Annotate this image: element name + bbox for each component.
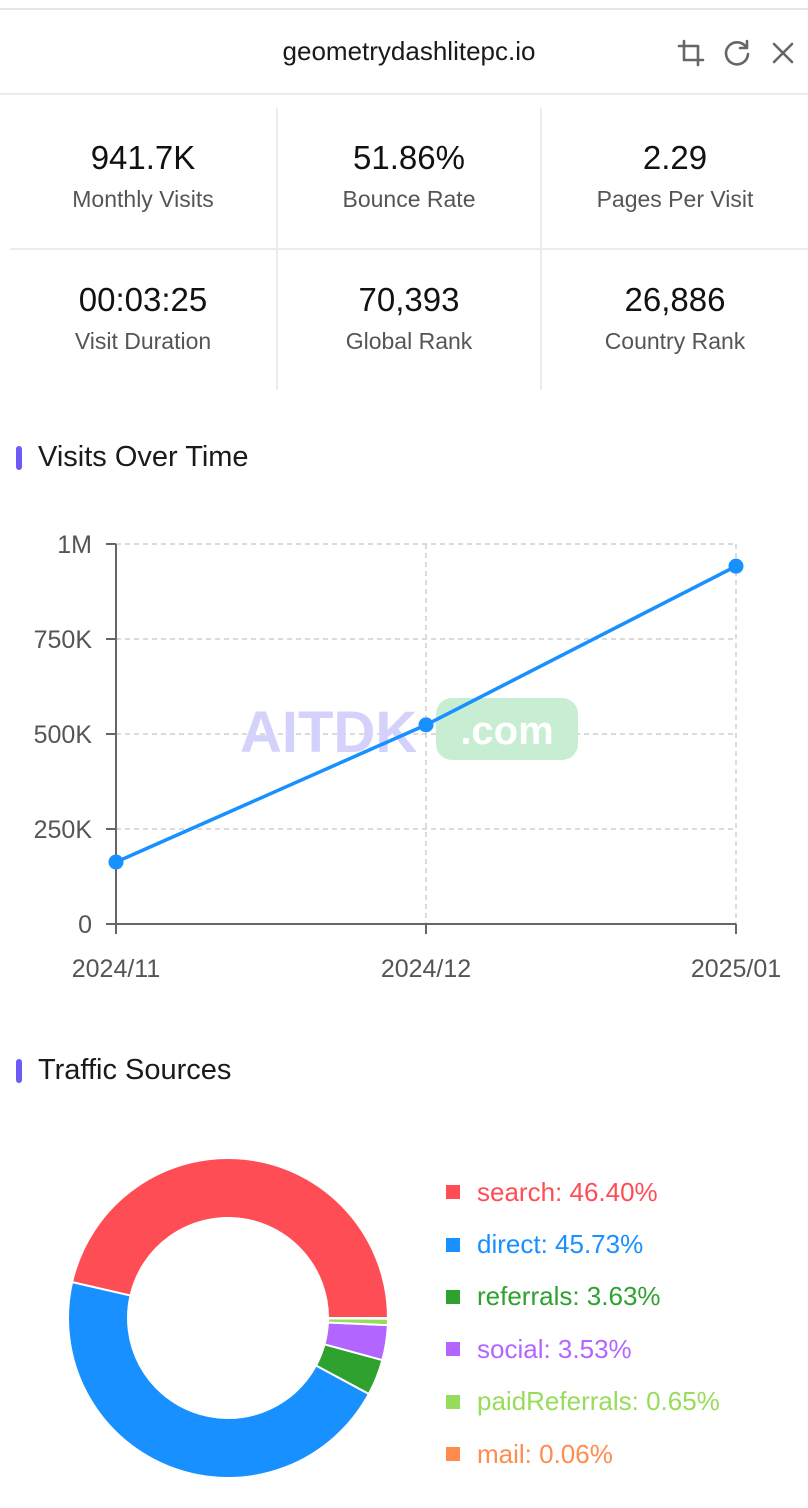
stat-value: 51.86%: [353, 139, 465, 176]
popup-header: geometrydashlitepc.io: [0, 10, 808, 95]
watermark-text: AITDK: [240, 700, 417, 765]
data-point[interactable]: [728, 558, 744, 574]
stats-grid: 941.7K Monthly Visits 51.86% Bounce Rate…: [10, 108, 808, 390]
visits-section-title: Visits Over Time: [38, 441, 249, 473]
y-tick-label: 250K: [34, 816, 93, 844]
stat-value: 2.29: [642, 139, 708, 176]
legend-label: mail: 0.06%: [477, 1438, 613, 1469]
traffic-section-title: Traffic Sources: [38, 1054, 232, 1086]
legend-label: search: 46.40%: [477, 1176, 658, 1207]
legend-label: direct: 45.73%: [477, 1229, 644, 1260]
close-icon[interactable]: [768, 38, 798, 68]
x-tick-label: 2024/12: [381, 955, 471, 983]
crop-icon[interactable]: [676, 38, 706, 68]
legend-item-referrals[interactable]: referrals: 3.63%: [446, 1271, 720, 1323]
stat-global-rank: 70,393 Global Rank: [276, 280, 542, 356]
x-tick-label: 2025/01: [691, 955, 781, 983]
legend-swatch: [446, 1342, 460, 1357]
legend-item-search[interactable]: search: 46.40%: [446, 1166, 720, 1218]
refresh-icon[interactable]: [722, 38, 752, 68]
legend-item-social[interactable]: social: 3.53%: [446, 1323, 720, 1375]
stat-pages-per-visit: 2.29 Pages Per Visit: [542, 138, 808, 214]
donut-slice-direct[interactable]: [67, 1280, 371, 1479]
stat-bounce-rate: 51.86% Bounce Rate: [276, 138, 542, 214]
stat-label: Visit Duration: [74, 328, 212, 354]
x-tick-label: 2024/11: [72, 955, 161, 983]
stat-value: 70,393: [358, 281, 460, 318]
legend-item-direct[interactable]: direct: 45.73%: [446, 1218, 720, 1270]
legend-swatch: [446, 1289, 460, 1304]
legend-swatch: [446, 1394, 460, 1409]
data-point[interactable]: [418, 717, 434, 733]
stat-label: Global Rank: [345, 328, 473, 354]
legend-swatch: [446, 1447, 460, 1462]
stat-country-rank: 26,886 Country Rank: [542, 280, 808, 356]
traffic-legend: search: 46.40% direct: 45.73% referrals: 3…: [446, 1166, 720, 1480]
stat-value: 941.7K: [90, 139, 196, 176]
legend-label: referrals: 3.63%: [477, 1281, 661, 1312]
traffic-donut-chart: [67, 1157, 390, 1479]
stat-label: Country Rank: [604, 328, 746, 354]
legend-label: paidReferrals: 0.65%: [477, 1386, 720, 1417]
visits-line-chart: 0 250K 500K 750K 1M 2024/11 2024/12 2025/01 AITD…: [34, 531, 782, 983]
stat-value: 26,886: [624, 281, 726, 318]
stat-label: Monthly Visits: [72, 186, 214, 212]
y-tick-label: 750K: [34, 626, 93, 654]
stat-value: 00:03:25: [78, 281, 208, 318]
stat-monthly-visits: 941.7K Monthly Visits: [10, 138, 276, 214]
stat-label: Pages Per Visit: [596, 186, 754, 212]
y-tick-label: 0: [78, 911, 92, 939]
watermark-text: .com: [460, 709, 553, 753]
legend-item-mail[interactable]: mail: 0.06%: [446, 1428, 720, 1480]
data-point[interactable]: [108, 854, 124, 870]
y-tick-label: 1M: [57, 531, 92, 559]
stat-visit-duration: 00:03:25 Visit Duration: [10, 280, 276, 356]
section-accent-bar: [16, 446, 22, 470]
y-tick-label: 500K: [34, 721, 93, 749]
donut-slice-mail[interactable]: [326, 1317, 390, 1320]
stats-divider: [10, 248, 808, 250]
section-accent-bar: [16, 1059, 22, 1083]
legend-swatch: [446, 1185, 460, 1200]
legend-item-paidReferrals[interactable]: paidReferrals: 0.65%: [446, 1376, 720, 1428]
legend-swatch: [446, 1237, 460, 1252]
stat-label: Bounce Rate: [342, 186, 476, 212]
legend-label: social: 3.53%: [477, 1333, 632, 1364]
